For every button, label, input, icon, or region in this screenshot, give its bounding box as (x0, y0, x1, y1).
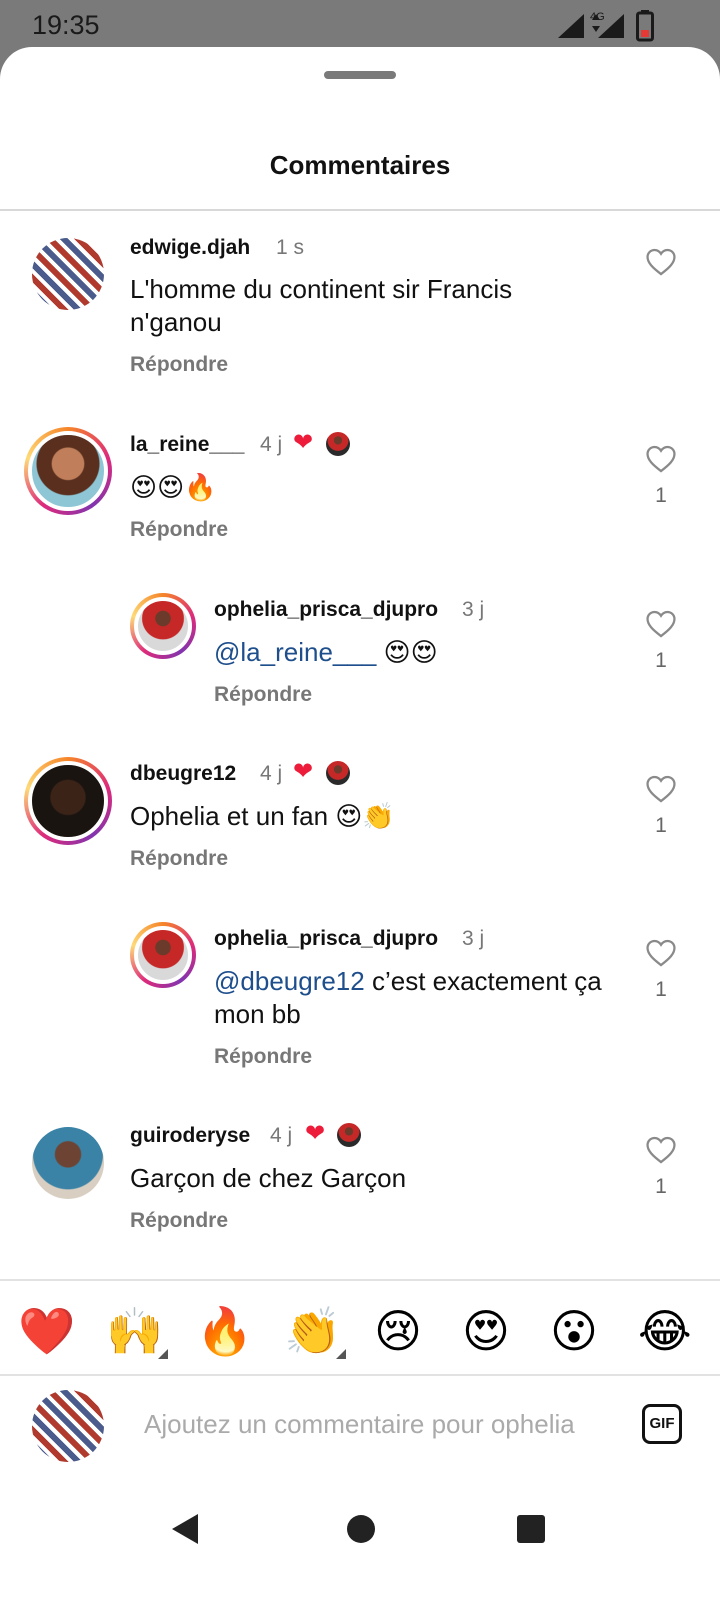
comment-username[interactable]: guiroderyse (130, 1124, 250, 1148)
comment-time: 4 j (260, 433, 283, 456)
divider (0, 209, 720, 211)
reply-button[interactable]: Répondre (214, 1045, 312, 1069)
comment-time: 3 j (462, 598, 485, 621)
recents-nav-icon[interactable] (516, 1514, 546, 1544)
emoji-raised-hands-button[interactable]: 🙌 (106, 1303, 163, 1359)
status-bar: 19:35 4G (0, 0, 720, 52)
heart-outline-icon[interactable] (644, 607, 678, 641)
avatar-story-ring[interactable] (24, 757, 112, 845)
heart-outline-icon[interactable] (644, 772, 678, 806)
creator-liked-icon: ❤ (293, 758, 314, 785)
divider (0, 1279, 720, 1281)
comment-text: L'homme du continent sir Francis n'ganou (130, 274, 513, 337)
composer-avatar (32, 1390, 104, 1462)
like-count: 1 (655, 1175, 667, 1198)
drag-handle[interactable] (324, 71, 396, 79)
comments-sheet: Commentaires edwige.djah 1 s L'homme du … (0, 47, 720, 1600)
creator-avatar-mini (326, 432, 350, 456)
like-count: 1 (655, 978, 667, 1001)
variant-indicator-icon (158, 1349, 168, 1359)
sheet-title: Commentaires (269, 150, 451, 180)
emoji-fire-button[interactable]: 🔥 (196, 1303, 253, 1359)
emoji-heart-eyes-button[interactable]: 😍 (462, 1303, 510, 1359)
avatar-story-ring[interactable] (24, 427, 112, 515)
creator-avatar-mini (326, 761, 350, 785)
heart-outline-icon[interactable] (644, 442, 678, 476)
system-nav-bar (0, 1487, 720, 1600)
comment-time: 3 j (462, 927, 485, 950)
comment-text: Garçon de chez Garçon (130, 1163, 407, 1193)
battery-icon (636, 10, 654, 42)
comment-time: 4 j (270, 1124, 293, 1147)
like-count: 1 (655, 649, 667, 672)
emoji-crying-button[interactable]: 😢 (374, 1303, 422, 1359)
reply-button[interactable]: Répondre (130, 518, 228, 542)
quick-emoji-bar: ❤️ 🙌 🔥 👏 😢 😍 😮 😂 (0, 1295, 720, 1367)
avatar[interactable] (32, 1127, 104, 1199)
comment-input[interactable]: Ajoutez un commentaire pour ophelia (144, 1409, 575, 1440)
reply-button[interactable]: Répondre (214, 683, 312, 707)
comment-time: 1 s (276, 236, 305, 259)
like-count: 1 (655, 814, 667, 837)
heart-outline-icon[interactable] (644, 1133, 678, 1167)
emoji-laughing-button[interactable]: 😂 (638, 1303, 692, 1359)
signal-icon (558, 14, 584, 38)
comment-text: Ophelia et un fan 😍👏 (130, 801, 395, 831)
comment-text: @la_reine___ 😍😍 (214, 637, 438, 667)
gif-button[interactable]: GIF (642, 1404, 682, 1444)
comment-username[interactable]: ophelia_prisca_djupro (214, 598, 438, 622)
comment-text: 😍😍🔥 (130, 472, 217, 502)
comment-username[interactable]: ophelia_prisca_djupro (214, 927, 438, 951)
comment-text: @dbeugre12 c’est exactement ça mon bb (214, 966, 602, 1029)
reply-button[interactable]: Répondre (130, 1209, 228, 1233)
avatar-story-ring[interactable] (130, 593, 196, 659)
comment-username[interactable]: la_reine___ (130, 433, 244, 457)
home-nav-icon[interactable] (346, 1514, 376, 1544)
reply-button[interactable]: Répondre (130, 353, 228, 377)
heart-outline-icon[interactable] (644, 936, 678, 970)
avatar-story-ring[interactable] (130, 922, 196, 988)
creator-liked-icon: ❤ (293, 429, 314, 456)
mention-link[interactable]: @la_reine___ (214, 637, 376, 667)
comment-time: 4 j (260, 762, 283, 785)
creator-liked-icon: ❤ (305, 1120, 326, 1147)
heart-outline-icon[interactable] (644, 245, 678, 279)
back-nav-icon[interactable] (170, 1512, 200, 1546)
comment-username[interactable]: dbeugre12 (130, 762, 236, 786)
creator-avatar-mini (337, 1123, 361, 1147)
emoji-surprised-button[interactable]: 😮 (550, 1303, 598, 1359)
emoji-clap-button[interactable]: 👏 (284, 1303, 341, 1359)
mention-link[interactable]: @dbeugre12 (214, 966, 365, 996)
comment-username[interactable]: edwige.djah (130, 236, 250, 260)
avatar[interactable] (32, 238, 104, 310)
emoji-heart-button[interactable]: ❤️ (18, 1303, 75, 1359)
variant-indicator-icon (336, 1349, 346, 1359)
like-count: 1 (655, 484, 667, 507)
divider (0, 1374, 720, 1376)
signal-icon-2 (592, 14, 624, 38)
status-time: 19:35 (32, 10, 100, 40)
reply-button[interactable]: Répondre (130, 847, 228, 871)
